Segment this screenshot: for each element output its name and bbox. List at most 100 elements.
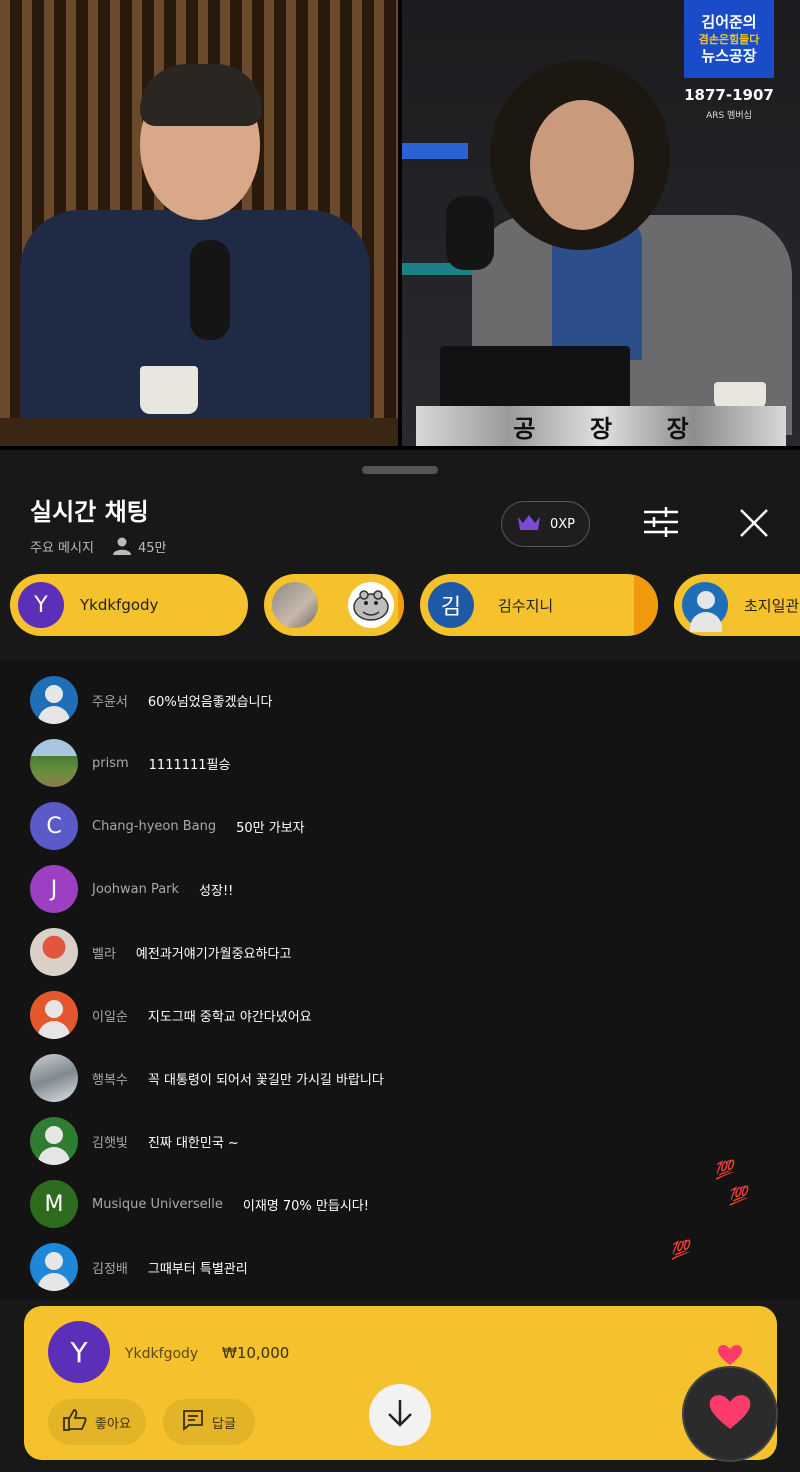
person-icon [112, 536, 132, 556]
reply-label: 답글 [212, 1416, 236, 1432]
crown-icon [516, 512, 542, 536]
studio-light [402, 143, 468, 159]
super-chat-amount: ₩10,000 [222, 1344, 290, 1362]
xp-button[interactable]: 0XP [501, 501, 590, 547]
message-author: 주윤서 [92, 694, 128, 710]
message-author: 김정배 [92, 1261, 128, 1277]
hundred-points-icon: 💯 [668, 1238, 692, 1261]
logo-line: 겸손은힘들다 [698, 32, 760, 46]
logo-line: 뉴스공장 [701, 46, 757, 65]
chat-message[interactable]: prism 1111111필승 [30, 739, 230, 787]
pin-timer-bar [634, 574, 658, 636]
microphone [446, 196, 494, 270]
logo-ars: ARS 멤버십 [706, 111, 752, 121]
message-author: 김햇빛 [92, 1135, 128, 1151]
pinned-author: Ykdkfgody [80, 596, 159, 614]
guest-hair [140, 64, 262, 126]
pinned-super-chats: Y Ykdkfgody 김 김수지니 초지일관 [0, 572, 800, 640]
message-text: 꼭 대통령이 되어서 꽃길만 가시길 바랍니다 [147, 1072, 384, 1088]
video-feed-left [0, 0, 398, 446]
message-text: 예전과거얘기가월중요하다고 [135, 946, 292, 962]
super-chat-author: Ykdkfgody [125, 1346, 199, 1362]
comment-icon [182, 1409, 204, 1435]
avatar: M [30, 1180, 78, 1228]
message-author: 벨라 [92, 946, 116, 962]
avatar: Y [18, 582, 64, 628]
avatar [30, 928, 78, 976]
logo-phone: 1877-1907 [684, 86, 774, 104]
close-icon [739, 508, 769, 542]
like-label: 좋아요 [95, 1416, 131, 1432]
avatar [30, 991, 78, 1039]
desk [0, 418, 398, 446]
message-author: 이일순 [92, 1009, 128, 1025]
hundred-points-icon: 💯 [726, 1184, 750, 1207]
chat-message[interactable]: M Musique Universelle 이재명 70% 만듭시다! [30, 1180, 369, 1228]
message-author: Joohwan Park [92, 881, 180, 897]
mug [140, 366, 198, 414]
message-author: prism [92, 755, 129, 771]
chat-message[interactable]: 이일순 지도그때 중학교 야간다녔어요 [30, 991, 312, 1039]
viewer-count-value: 45만 [137, 540, 167, 556]
avatar [30, 676, 78, 724]
message-text: 1111111필승 [148, 757, 231, 773]
chat-filter-label[interactable]: 주요 메시지 [30, 537, 94, 556]
microphone [190, 240, 230, 340]
like-button[interactable]: 좋아요 [48, 1399, 146, 1445]
message-text: 진짜 대한민국 ~ [147, 1135, 239, 1151]
message-text: 그때부터 특별관리 [147, 1261, 248, 1277]
avatar [30, 739, 78, 787]
avatar: C [30, 802, 78, 850]
heart-reaction-button[interactable] [682, 1366, 778, 1462]
chat-message[interactable]: C Chang-hyeon Bang 50만 가보자 [30, 802, 305, 850]
hundred-points-icon: 💯 [712, 1158, 736, 1181]
avatar: J [30, 865, 78, 913]
pin-timer-bar [398, 574, 404, 636]
arrow-down-icon [384, 1397, 416, 1433]
chat-message[interactable]: 주윤서 60%넘었음좋겠습니다 [30, 676, 272, 724]
nameplate: 공 장 장 [416, 406, 786, 446]
avatar [30, 1054, 78, 1102]
sliders-icon [642, 506, 680, 542]
chat-message[interactable]: 김햇빛 진짜 대한민국 ~ [30, 1117, 239, 1165]
message-author: 행복수 [92, 1072, 128, 1088]
live-chat-panel: 실시간 채팅 주요 메시지 45만 0XP Y Ykdkfgody 김 김수지니… [0, 450, 800, 1472]
xp-label: 0XP [549, 516, 576, 532]
nameplate-char: 장 [666, 413, 689, 443]
message-text: 60%넘었음좋겠습니다 [147, 694, 273, 710]
pinned-author: 초지일관 [744, 596, 800, 615]
host-head [530, 100, 634, 230]
filter-button[interactable] [639, 504, 683, 544]
chat-message[interactable]: 행복수 꼭 대통령이 되어서 꽃길만 가시길 바랍니다 [30, 1054, 384, 1102]
chat-message[interactable]: 김정배 그때부터 특별관리 [30, 1243, 248, 1291]
logo-line: 김어준의 [701, 12, 757, 31]
scroll-to-bottom-button[interactable] [369, 1384, 431, 1446]
avatar: 김 [428, 582, 474, 628]
heart-icon [708, 1393, 752, 1435]
show-logo: 김어준의 겸손은힘들다 뉴스공장 [684, 0, 774, 78]
message-author: Musique Universelle [92, 1196, 223, 1212]
reply-button[interactable]: 답글 [163, 1399, 255, 1445]
message-text: 성장!! [199, 883, 234, 899]
pinned-chat[interactable] [264, 574, 404, 636]
chat-subheader: 주요 메시지 45만 [30, 536, 166, 556]
viewer-count: 45만 [112, 536, 167, 556]
hippo-sticker-icon [348, 582, 394, 628]
chat-message[interactable]: J Joohwan Park 성장!! [30, 865, 233, 913]
thumbs-up-icon [63, 1409, 87, 1435]
avatar: Y [48, 1321, 110, 1383]
drag-handle[interactable] [362, 466, 438, 474]
avatar [30, 1243, 78, 1291]
pinned-author: 김수지니 [498, 596, 554, 615]
avatar [272, 582, 318, 628]
message-text: 이재명 70% 만듭시다! [242, 1198, 369, 1214]
nameplate-char: 장 [589, 413, 613, 443]
pinned-chat[interactable]: Y Ykdkfgody [10, 574, 248, 636]
chat-message[interactable]: 벨라 예전과거얘기가월중요하다고 [30, 928, 291, 976]
chat-message-list[interactable]: 주윤서 60%넘었음좋겠습니다 prism 1111111필승 C Chang-… [0, 660, 800, 1300]
pinned-chat[interactable]: 초지일관 [674, 574, 800, 636]
close-button[interactable] [733, 504, 775, 546]
video-player[interactable]: 김어준의 겸손은힘들다 뉴스공장 1877-1907 ARS 멤버십 공 장 장 [0, 0, 800, 450]
pinned-chat[interactable]: 김 김수지니 [420, 574, 658, 636]
message-author: Chang-hyeon Bang [92, 818, 217, 834]
